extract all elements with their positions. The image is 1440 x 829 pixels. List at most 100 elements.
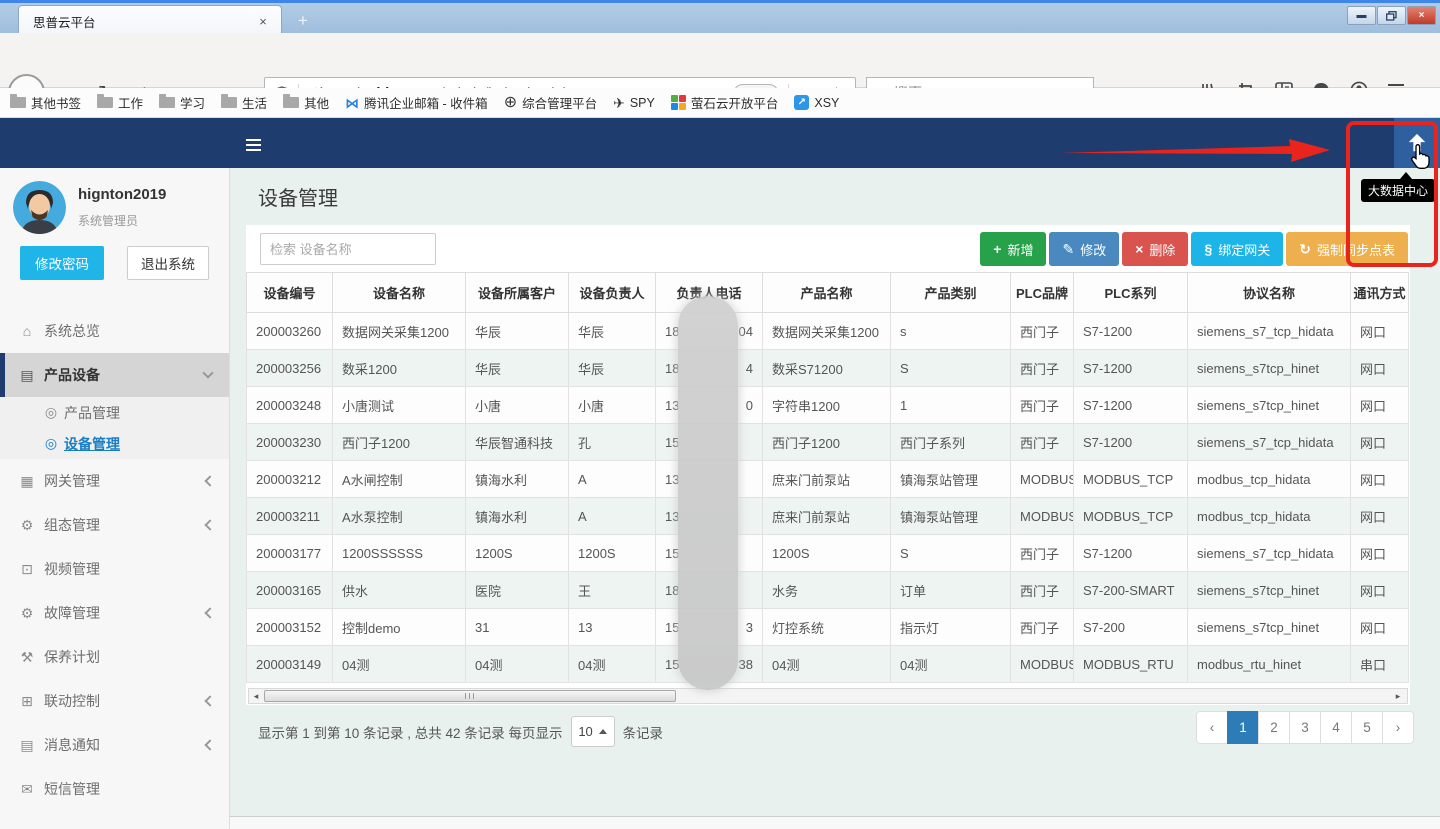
device-search-input[interactable] — [260, 233, 436, 265]
cell-category: S — [891, 350, 1011, 387]
tencent-mail-icon: ⋈ — [345, 96, 359, 110]
sidebar-item-label: 网关管理 — [44, 471, 100, 491]
sidebar-item-product-device[interactable]: ▤产品设备 — [0, 353, 230, 397]
bookmark-item[interactable]: 生活 — [221, 93, 267, 112]
table-row[interactable]: 200003211A水泵控制镇海水利A13庶来门前泵站镇海泵站管理MODBUSM… — [247, 498, 1409, 535]
pagination-info-suffix: 条记录 — [623, 722, 664, 742]
cell-product: 字符串1200 — [763, 387, 891, 424]
horizontal-scrollbar[interactable]: ◂ ▸ — [248, 688, 1408, 704]
cell-product: 西门子1200 — [763, 424, 891, 461]
page-button-3[interactable]: 3 — [1289, 711, 1321, 744]
cell-product: 庶来门前泵站 — [763, 498, 891, 535]
sidebar-item-product-mgmt[interactable]: ◎产品管理 — [0, 397, 230, 428]
sidebar-item-video-mgmt[interactable]: ⊡视频管理 — [0, 547, 230, 591]
tab-close-icon[interactable]: × — [255, 14, 271, 29]
table-body: 200003260数据网关采集1200华辰华辰1804数据网关采集1200s西门… — [247, 313, 1409, 683]
scroll-right-icon[interactable]: ▸ — [1391, 691, 1405, 702]
cell-plc_series: S7-1200 — [1074, 313, 1188, 350]
page-button-5[interactable]: 5 — [1351, 711, 1383, 744]
annotation-arrow — [1058, 134, 1342, 168]
avatar[interactable] — [13, 181, 66, 234]
bookmark-item[interactable]: 其他书签 — [10, 93, 81, 112]
sidebar-item-message-notify[interactable]: ▤消息通知 — [0, 723, 230, 767]
page-next-button[interactable]: › — [1382, 711, 1414, 744]
change-password-button[interactable]: 修改密码 — [20, 246, 104, 280]
sidebar-item-label: 产品设备 — [44, 365, 100, 385]
column-header: 设备编号 — [247, 273, 333, 313]
bookmark-label: 工作 — [118, 93, 143, 112]
cell-owner: 王 — [569, 572, 656, 609]
page-size-select[interactable]: 10 — [571, 716, 615, 747]
monitor-icon: ⊡ — [18, 561, 36, 578]
phone-suffix: 0 — [746, 398, 753, 413]
cell-no: 200003177 — [247, 535, 333, 572]
cell-name: 数据网关采集1200 — [333, 313, 466, 350]
bookmark-item[interactable]: 萤石云开放平台 — [671, 93, 779, 112]
page-button-4[interactable]: 4 — [1320, 711, 1352, 744]
bookmark-item[interactable]: ⊕综合管理平台 — [504, 93, 597, 112]
sidebar-item-linkage-control[interactable]: ⊞联动控制 — [0, 679, 230, 723]
column-header: PLC品牌 — [1011, 273, 1074, 313]
cell-customer: 小唐 — [466, 387, 569, 424]
chevron-down-icon — [202, 367, 213, 378]
window-controls: ▬ × — [1346, 6, 1436, 25]
bookmark-label: 腾讯企业邮箱 - 收件箱 — [364, 93, 488, 112]
table-row[interactable]: 2000031771200SSSSSS1200S1200S151200SS西门子… — [247, 535, 1409, 572]
new-tab-button[interactable]: + — [290, 9, 316, 33]
cell-customer: 1200S — [466, 535, 569, 572]
edit-button[interactable]: ✎修改 — [1049, 232, 1119, 266]
sidebar-item-fault-mgmt[interactable]: ⚙ 故障管理 — [0, 591, 230, 635]
sidebar-item-device-mgmt[interactable]: ◎设备管理 — [0, 428, 230, 459]
page-title: 设备管理 — [258, 182, 338, 211]
table-row[interactable]: 200003248小唐测试小唐小唐130字符串12001西门子S7-1200si… — [247, 387, 1409, 424]
bookmark-item[interactable]: ⋈ 腾讯企业邮箱 - 收件箱 — [345, 93, 488, 112]
cell-plc_brand: 西门子 — [1011, 535, 1074, 572]
bookmark-item[interactable]: ↗XSY — [794, 95, 839, 110]
cell-comm: 网口 — [1351, 572, 1409, 609]
table-row[interactable]: 200003256数采1200华辰华辰184数采S71200S西门子S7-120… — [247, 350, 1409, 387]
delete-button[interactable]: ×删除 — [1122, 232, 1188, 266]
cell-plc_series: S7-1200 — [1074, 424, 1188, 461]
bookmark-item[interactable]: 学习 — [159, 93, 205, 112]
bookmark-item[interactable]: 其他 — [283, 93, 329, 112]
add-button[interactable]: +新增 — [980, 232, 1046, 266]
cell-category: 镇海泵站管理 — [891, 461, 1011, 498]
cell-plc_brand: 西门子 — [1011, 424, 1074, 461]
page-button-1[interactable]: 1 — [1227, 711, 1259, 744]
cell-comm: 网口 — [1351, 498, 1409, 535]
sidebar-item-label: 故障管理 — [44, 603, 100, 623]
browser-tab[interactable]: 思普云平台 × — [18, 5, 282, 36]
close-button[interactable]: × — [1407, 6, 1436, 25]
cell-owner: 华辰 — [569, 313, 656, 350]
sidebar-item-scada-mgmt[interactable]: ⚙组态管理 — [0, 503, 230, 547]
table-row[interactable]: 200003260数据网关采集1200华辰华辰1804数据网关采集1200s西门… — [247, 313, 1409, 350]
column-header: 产品名称 — [763, 273, 891, 313]
envelope-icon: ✉ — [18, 781, 36, 798]
cell-plc_brand: 西门子 — [1011, 387, 1074, 424]
sidebar-item-system-overview[interactable]: ⌂系统总览 — [0, 309, 230, 353]
table-row[interactable]: 200003165供水医院王18水务订单西门子S7-200-SMARTsieme… — [247, 572, 1409, 609]
bookmark-item[interactable]: 工作 — [97, 93, 143, 112]
bookmark-item[interactable]: ✈SPY — [613, 96, 655, 110]
bind-gateway-button[interactable]: §绑定网关 — [1191, 232, 1283, 266]
table-toolbar: +新增✎修改×删除§绑定网关↻强制同步点表 — [980, 232, 1408, 266]
minimize-button[interactable]: ▬ — [1347, 6, 1376, 25]
sidebar-item-maintenance-plan[interactable]: ⚒保养计划 — [0, 635, 230, 679]
table-row[interactable]: 200003230西门子1200华辰智通科技孔15西门子1200西门子系列西门子… — [247, 424, 1409, 461]
scrollbar-thumb[interactable] — [264, 690, 676, 702]
gears-icon: ⚙ — [18, 605, 36, 622]
sidebar-item-sms-mgmt[interactable]: ✉短信管理 — [0, 767, 230, 811]
logout-button[interactable]: 退出系统 — [127, 246, 209, 280]
cell-plc_series: S7-200 — [1074, 609, 1188, 646]
restore-button[interactable] — [1377, 6, 1406, 25]
sidebar-item-gateway-mgmt[interactable]: ▦网关管理 — [0, 459, 230, 503]
page-button-2[interactable]: 2 — [1258, 711, 1290, 744]
cell-no: 200003165 — [247, 572, 333, 609]
cell-customer: 镇海水利 — [466, 498, 569, 535]
scroll-left-icon[interactable]: ◂ — [249, 691, 263, 702]
table-row[interactable]: 200003212A水闸控制镇海水利A13庶来门前泵站镇海泵站管理MODBUSM… — [247, 461, 1409, 498]
page-prev-button[interactable]: ‹ — [1196, 711, 1228, 744]
table-row[interactable]: 20000314904测04测04测153804测04测MODBUSMODBUS… — [247, 646, 1409, 683]
sidebar-toggle-icon[interactable] — [246, 136, 261, 154]
table-row[interactable]: 200003152控制demo3113153灯控系统指示灯西门子S7-200si… — [247, 609, 1409, 646]
